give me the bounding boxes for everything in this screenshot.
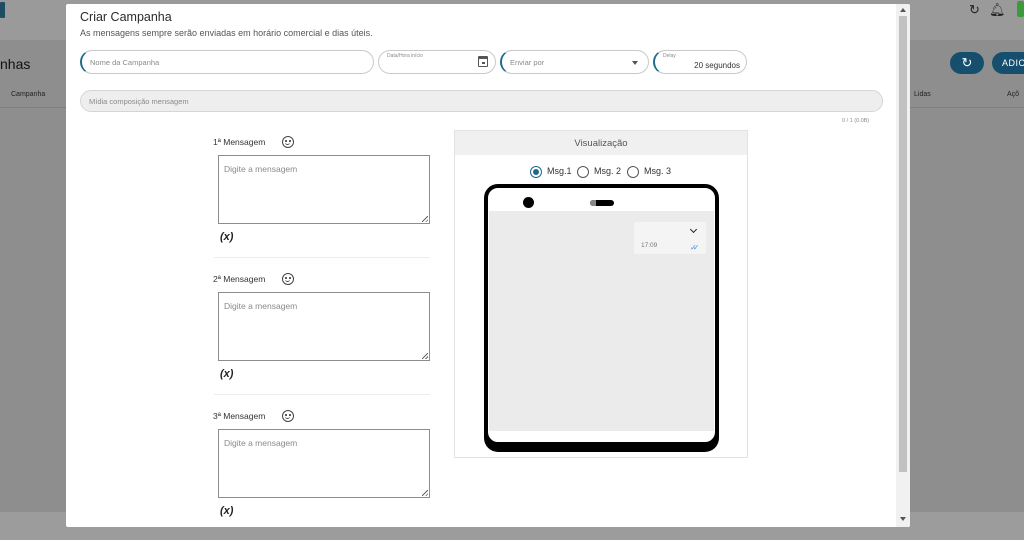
message-3-variable-button[interactable]: (x) [220, 505, 233, 517]
status-badge [1017, 1, 1024, 17]
emoji-icon[interactable] [282, 273, 294, 285]
column-header-lidas: Lidas [914, 91, 931, 98]
scroll-thumb[interactable] [899, 16, 907, 472]
page-title: nhas [0, 56, 31, 72]
media-counter: 0 / 1 (0.0B) [842, 118, 870, 124]
double-check-icon: ✓✓ [690, 243, 700, 252]
create-campaign-modal: Criar Campanha As mensagens sempre serão… [66, 4, 910, 527]
start-datetime-label: Data/Hora início [387, 53, 423, 59]
message-3-textarea[interactable]: Digite a mensagem [218, 429, 430, 498]
column-header-campanha: Campanha [11, 91, 46, 98]
send-by-select[interactable]: Enviar por [500, 50, 649, 74]
emoji-icon[interactable] [282, 410, 294, 422]
modal-title: Criar Campanha [80, 10, 172, 24]
resize-handle-icon[interactable] [422, 490, 428, 496]
resize-handle-icon[interactable] [422, 353, 428, 359]
divider [214, 394, 430, 395]
delay-field[interactable]: Delay 20 segundos [653, 50, 747, 74]
add-campaign-button[interactable]: ADIC [992, 52, 1024, 74]
radio-msg-1-label[interactable]: Msg.1 [547, 166, 572, 176]
scroll-up-icon[interactable] [900, 8, 906, 12]
radio-msg-3[interactable] [627, 166, 639, 178]
refresh-button[interactable]: ↻ [950, 52, 984, 74]
message-3-label: 3ª Mensagem [213, 411, 266, 421]
resize-handle-icon[interactable] [422, 216, 428, 222]
message-2-variable-button[interactable]: (x) [220, 368, 233, 380]
column-header-acoes: Açõ [1007, 91, 1020, 98]
chevron-down-icon [632, 61, 638, 65]
radio-msg-1[interactable] [530, 166, 542, 178]
message-1-placeholder: Digite a mensagem [224, 164, 298, 174]
app-logo [0, 2, 5, 18]
radio-msg-2-label[interactable]: Msg. 2 [594, 166, 621, 176]
speaker-icon [590, 200, 614, 206]
media-upload-field[interactable]: Mídia composição mensagem [80, 90, 883, 112]
delay-value: 20 segundos [694, 61, 740, 70]
media-placeholder: Mídia composição mensagem [89, 97, 189, 106]
send-by-placeholder: Enviar por [510, 58, 545, 67]
calendar-icon[interactable] [478, 56, 488, 67]
modal-subtitle: As mensagens sempre serão enviadas em ho… [80, 28, 373, 38]
radio-msg-3-label[interactable]: Msg. 3 [644, 166, 671, 176]
message-2-label: 2ª Mensagem [213, 274, 266, 284]
bell-icon[interactable]: 🔔︎ [989, 2, 1006, 18]
message-2-placeholder: Digite a mensagem [224, 301, 298, 311]
start-datetime-field[interactable]: Data/Hora início [378, 50, 496, 74]
campaign-name-field[interactable]: Nome da Campanha [80, 50, 374, 74]
bubble-time: 17:09 [641, 242, 658, 249]
scroll-down-icon[interactable] [900, 517, 906, 521]
message-2-textarea[interactable]: Digite a mensagem [218, 292, 430, 361]
delay-label: Delay [663, 53, 676, 59]
radio-msg-2[interactable] [577, 166, 589, 178]
message-1-variable-button[interactable]: (x) [220, 231, 233, 243]
divider [214, 257, 430, 258]
refresh-icon[interactable]: ↻ [969, 2, 980, 18]
message-1-textarea[interactable]: Digite a mensagem [218, 155, 430, 224]
preview-header: Visualização [455, 131, 747, 155]
camera-icon [523, 197, 534, 208]
campaign-name-placeholder: Nome da Campanha [90, 58, 160, 67]
message-1-label: 1ª Mensagem [213, 137, 266, 147]
modal-scrollbar[interactable] [896, 4, 910, 527]
preview-title: Visualização [574, 138, 628, 149]
message-3-placeholder: Digite a mensagem [224, 438, 298, 448]
emoji-icon[interactable] [282, 136, 294, 148]
